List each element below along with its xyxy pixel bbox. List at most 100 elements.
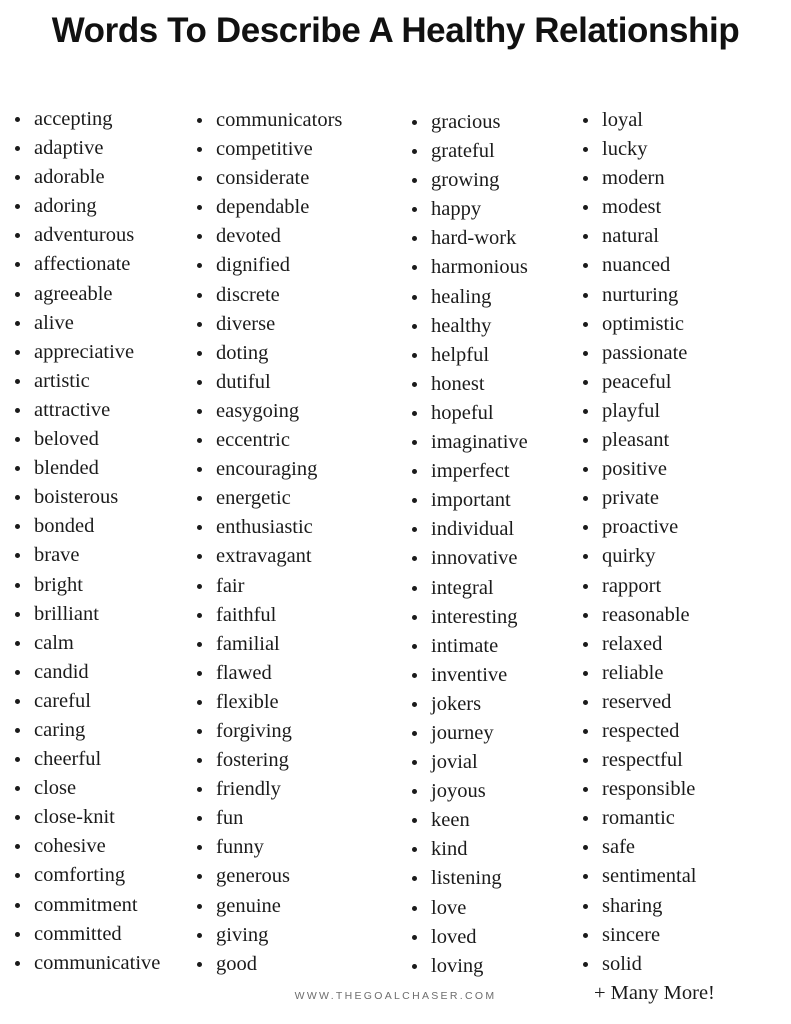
word-list-item: forgiving — [192, 717, 397, 746]
word-label: rapport — [602, 574, 662, 597]
word-list-item: relaxed — [578, 630, 783, 659]
word-list-item: growing — [407, 166, 582, 195]
word-list-item: journey — [407, 719, 582, 748]
word-list-item: fostering — [192, 746, 397, 775]
word-label: fun — [216, 807, 244, 830]
word-label: responsible — [602, 778, 696, 801]
word-list-item: generous — [192, 862, 397, 891]
word-list-item: adoring — [10, 192, 200, 221]
word-list-item: attractive — [10, 396, 200, 425]
word-label: giving — [216, 923, 269, 946]
word-label: healthy — [431, 314, 492, 337]
word-list-item: love — [407, 894, 582, 923]
word-label: calm — [34, 631, 74, 654]
word-list-item: gracious — [407, 108, 582, 137]
word-list-item: friendly — [192, 775, 397, 804]
word-label: alive — [34, 311, 74, 334]
word-label: funny — [216, 836, 264, 859]
word-label: nuanced — [602, 254, 671, 277]
word-label: dutiful — [216, 370, 271, 393]
word-list-item: cohesive — [10, 832, 200, 861]
word-label: sincere — [602, 923, 661, 946]
word-list-item: playful — [578, 397, 783, 426]
word-list-item: interesting — [407, 603, 582, 632]
word-label: affectionate — [34, 253, 131, 276]
word-list-item: caring — [10, 716, 200, 745]
word-list-item: calm — [10, 629, 200, 658]
word-label: genuine — [216, 894, 281, 917]
word-list-item: healing — [407, 283, 582, 312]
word-label: listening — [431, 867, 502, 890]
word-label: honest — [431, 372, 485, 395]
word-list-item: proactive — [578, 513, 783, 542]
word-label: optimistic — [602, 312, 684, 335]
word-list-item: healthy — [407, 312, 582, 341]
word-label: sharing — [602, 894, 663, 917]
word-label: fair — [216, 574, 245, 597]
word-label: nurturing — [602, 283, 679, 306]
word-label: harmonious — [431, 256, 528, 279]
word-list-item: familial — [192, 630, 397, 659]
word-list-item: joyous — [407, 777, 582, 806]
word-list-item: dignified — [192, 251, 397, 280]
word-label: encouraging — [216, 458, 318, 481]
word-list-item: devoted — [192, 222, 397, 251]
word-label: cohesive — [34, 835, 106, 858]
word-label: respected — [602, 719, 680, 742]
word-label: adaptive — [34, 137, 104, 160]
word-column-1: accepting adaptive adorable adoring adventur… — [10, 96, 200, 978]
printable-word-list-page: Words To Describe A Healthy Relationship… — [0, 0, 791, 1024]
word-list-item: modest — [578, 193, 783, 222]
word-label: easygoing — [216, 399, 300, 422]
word-label: romantic — [602, 807, 675, 830]
word-list-item: passionate — [578, 339, 783, 368]
word-label: gracious — [431, 111, 501, 133]
word-label: good — [216, 952, 257, 975]
word-list-item: imaginative — [407, 428, 582, 457]
word-list-item: innovative — [407, 544, 582, 573]
word-label: familial — [216, 632, 280, 655]
word-list-item: integral — [407, 574, 582, 603]
word-label: candid — [34, 660, 89, 683]
word-label: reserved — [602, 690, 672, 713]
word-list-item: agreeable — [10, 280, 200, 309]
word-list-item: romantic — [578, 804, 783, 833]
word-label: kind — [431, 838, 468, 861]
word-list-item: reasonable — [578, 601, 783, 630]
word-list-item: close-knit — [10, 803, 200, 832]
word-label: natural — [602, 225, 659, 248]
word-list-2: communicators competitive considerate depen… — [192, 106, 397, 979]
word-label: important — [431, 489, 511, 512]
footer: WWW.THEGOALCHASER.COM — [0, 986, 791, 1004]
word-list-item: commitment — [10, 891, 200, 920]
word-label: helpful — [431, 343, 490, 366]
word-label: relaxed — [602, 632, 663, 655]
word-list-item: safe — [578, 833, 783, 862]
word-label: dignified — [216, 254, 291, 277]
word-label: diverse — [216, 312, 276, 335]
word-list-item: respected — [578, 717, 783, 746]
word-list-item: adventurous — [10, 221, 200, 250]
word-list-item: nurturing — [578, 281, 783, 310]
word-list-item: fair — [192, 572, 397, 601]
site-url-label: WWW.THEGOALCHASER.COM — [294, 990, 497, 1002]
word-list-item: imperfect — [407, 457, 582, 486]
word-label: forgiving — [216, 719, 292, 742]
word-list-4: loyal lucky modern modest natural nuanced nurt… — [578, 106, 783, 1008]
word-list-item: grateful — [407, 137, 582, 166]
word-list-item: competitive — [192, 135, 397, 164]
word-label: energetic — [216, 487, 291, 510]
word-list-item: jovial — [407, 748, 582, 777]
word-column-3: gracious grateful growing happy hard-work har… — [407, 96, 582, 981]
word-label: private — [602, 487, 659, 510]
word-list-item: honest — [407, 370, 582, 399]
word-list-item: harmonious — [407, 253, 582, 282]
word-label: accepting — [34, 108, 113, 130]
word-list-item: dependable — [192, 193, 397, 222]
word-label: respectful — [602, 749, 683, 772]
word-list-item: lucky — [578, 135, 783, 164]
word-label: commitment — [34, 893, 138, 916]
word-list-item: private — [578, 484, 783, 513]
word-list-item: brilliant — [10, 600, 200, 629]
word-list-1: accepting adaptive adorable adoring adventur… — [10, 105, 200, 978]
